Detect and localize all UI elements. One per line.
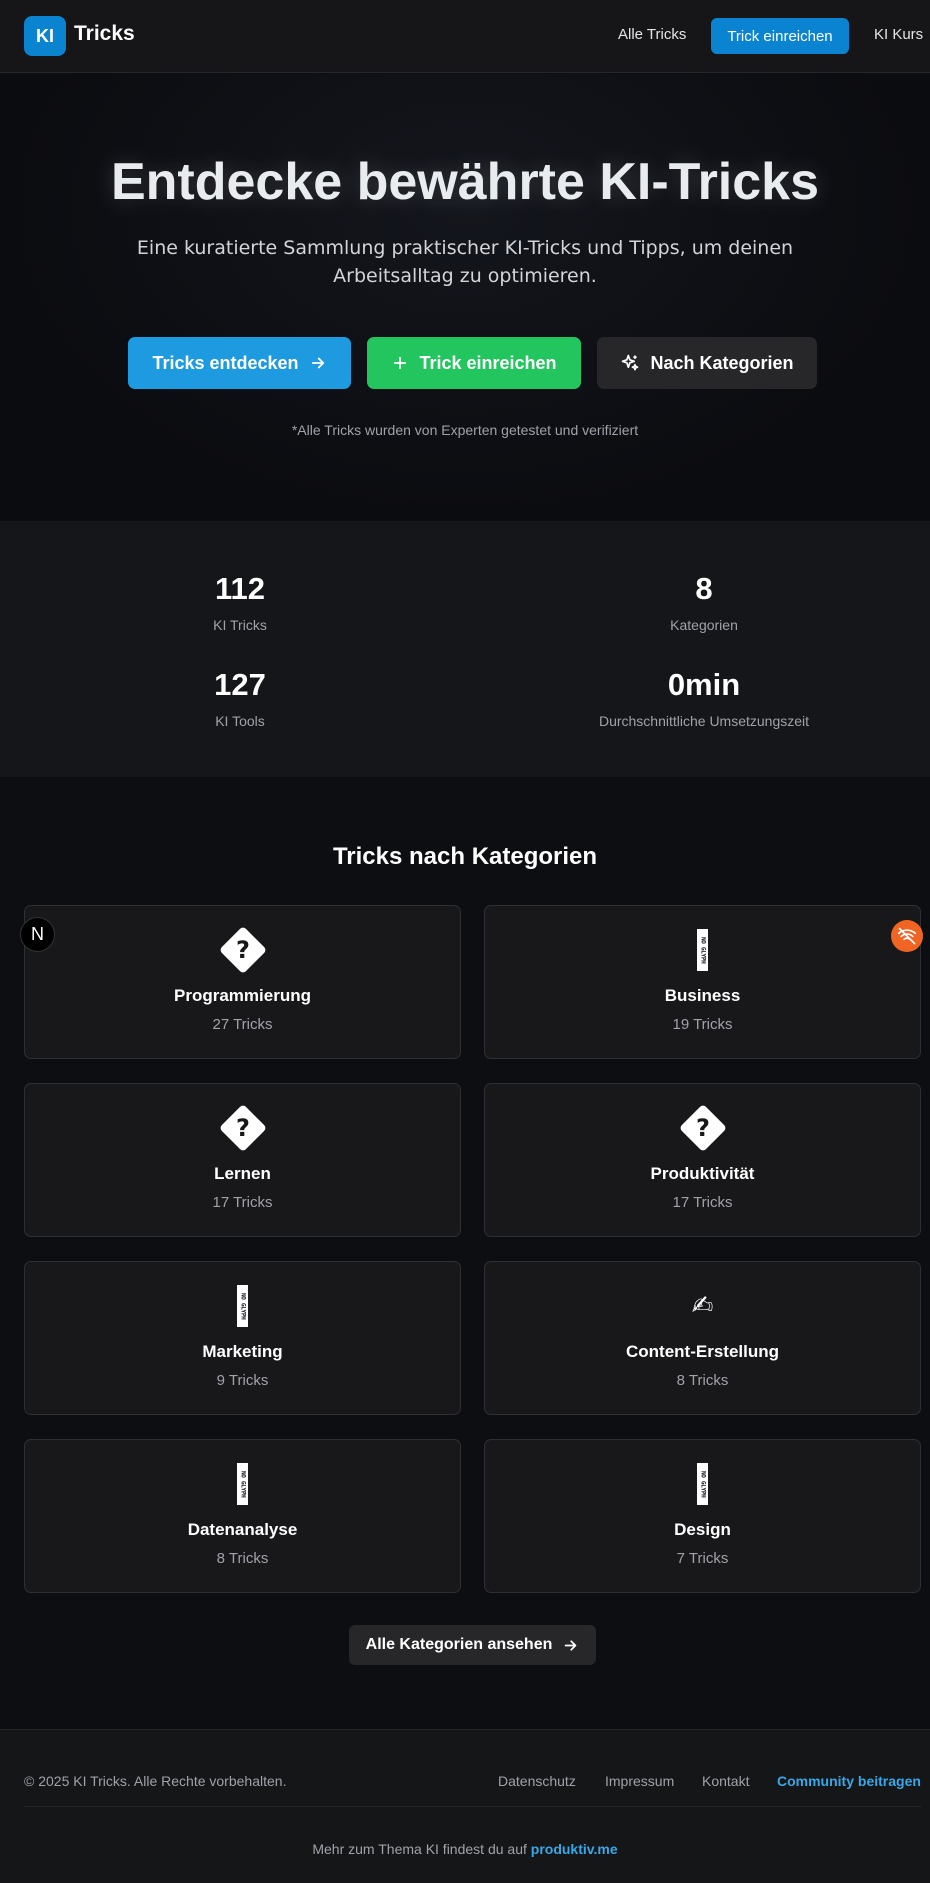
category-count: 9 Tricks — [216, 1372, 269, 1389]
stats-section: 112 KI Tricks 8 Kategorien 127 KI Tools … — [0, 521, 930, 777]
category-count: 7 Tricks — [676, 1550, 729, 1567]
category-count: 17 Tricks — [672, 1194, 733, 1211]
category-name: Design — [674, 1520, 731, 1539]
no-wifi-icon[interactable] — [891, 920, 923, 952]
stat-umsetzungszeit: 0min Durchschnittliche Umsetzungszeit — [554, 667, 854, 729]
hero-section: Entdecke bewährte KI-Tricks Eine kuratie… — [0, 74, 930, 521]
submit-trick-button[interactable]: Trick einreichen — [367, 337, 581, 389]
by-category-label: Nach Kategorien — [650, 352, 794, 373]
categories-title: Tricks nach Kategorien — [332, 843, 598, 870]
no-glyph-icon: NO GLYPH — [25, 1462, 460, 1506]
missing-glyph-icon: ? — [25, 925, 460, 975]
missing-glyph-icon: ? — [25, 1103, 460, 1153]
no-glyph-icon: NO GLYPH — [25, 1284, 460, 1328]
missing-glyph-icon: ? — [485, 1103, 920, 1153]
category-card-business[interactable]: NO GLYPH Business 19 Tricks — [484, 905, 921, 1059]
hero-subtitle: Eine kuratierte Sammlung praktischer KI-… — [136, 237, 794, 287]
stat-value: 112 — [214, 571, 265, 606]
category-name: Produktivität — [650, 1164, 755, 1183]
category-card-marketing[interactable]: NO GLYPH Marketing 9 Tricks — [24, 1261, 461, 1415]
category-name: Business — [664, 986, 741, 1005]
stat-label: Durchschnittliche Umsetzungszeit — [598, 713, 810, 729]
discover-tricks-button[interactable]: Tricks entdecken — [128, 337, 351, 389]
footer-divider — [24, 1806, 921, 1807]
produktiv-link[interactable]: produktiv.me — [531, 1841, 618, 1857]
footer: © 2025 KI Tricks. Alle Rechte vorbehalte… — [0, 1729, 930, 1883]
hero-note: *Alle Tricks wurden von Experten geteste… — [291, 422, 639, 438]
category-card-lernen[interactable]: ? Lernen 17 Tricks — [24, 1083, 461, 1237]
footer-link-community[interactable]: Community beitragen — [777, 1773, 921, 1789]
stat-value: 127 — [214, 667, 266, 702]
category-name: Content-Erstellung — [626, 1342, 779, 1361]
sparkles-icon — [622, 354, 639, 371]
footer-link-impressum[interactable]: Impressum — [605, 1773, 674, 1789]
submit-trick-label: Trick einreichen — [419, 352, 557, 373]
stat-ki-tools: 127 KI Tools — [90, 667, 390, 729]
more-info: Mehr zum Thema KI findest du auf produkt… — [0, 1841, 930, 1857]
discover-tricks-label: Tricks entdecken — [152, 352, 299, 373]
stat-label: Kategorien — [670, 617, 738, 633]
category-card-programmierung[interactable]: ? Programmierung 27 Tricks — [24, 905, 461, 1059]
header: KI Tricks Alle Tricks Trick einreichen K… — [0, 0, 930, 73]
nextjs-badge[interactable]: N — [20, 917, 55, 952]
stat-value: 8 — [695, 571, 713, 606]
category-card-produktivitaet[interactable]: ? Produktivität 17 Tricks — [484, 1083, 921, 1237]
writing-hand-icon: ✍ — [691, 1291, 714, 1321]
by-category-button[interactable]: Nach Kategorien — [597, 337, 817, 389]
category-count: 8 Tricks — [676, 1372, 729, 1389]
more-info-text: Mehr zum Thema KI findest du auf — [312, 1841, 531, 1857]
category-card-design[interactable]: NO GLYPH Design 7 Tricks — [484, 1439, 921, 1593]
nav-all-tricks[interactable]: Alle Tricks — [618, 26, 686, 43]
category-count: 19 Tricks — [672, 1016, 733, 1033]
nav-ki-kurs[interactable]: KI Kurs — [874, 26, 923, 43]
footer-link-datenschutz[interactable]: Datenschutz — [498, 1773, 576, 1789]
no-glyph-icon: NO GLYPH — [485, 928, 920, 972]
category-card-content-erstellung[interactable]: ✍ Content-Erstellung 8 Tricks — [484, 1261, 921, 1415]
category-name: Marketing — [202, 1342, 283, 1361]
logo-text[interactable]: Tricks — [74, 22, 135, 46]
category-card-datenanalyse[interactable]: NO GLYPH Datenanalyse 8 Tricks — [24, 1439, 461, 1593]
arrow-right-icon — [311, 357, 324, 369]
category-name: Programmierung — [174, 986, 311, 1005]
category-count: 27 Tricks — [212, 1016, 273, 1033]
logo-badge[interactable]: KI — [24, 16, 66, 56]
stat-kategorien: 8 Kategorien — [554, 571, 854, 633]
category-name: Lernen — [214, 1164, 271, 1183]
stat-value: 0min — [667, 667, 741, 702]
arrow-right-icon — [565, 1639, 577, 1651]
category-name: Datenanalyse — [187, 1520, 298, 1539]
stat-ki-tricks: 112 KI Tricks — [90, 571, 390, 633]
no-glyph-icon: NO GLYPH — [485, 1462, 920, 1506]
view-all-categories-label: Alle Kategorien ansehen — [365, 1636, 553, 1653]
plus-icon — [394, 356, 407, 370]
hero-title: Entdecke bewährte KI-Tricks — [110, 153, 820, 211]
view-all-categories-button[interactable]: Alle Kategorien ansehen — [349, 1625, 596, 1665]
copyright: © 2025 KI Tricks. Alle Rechte vorbehalte… — [24, 1773, 287, 1789]
nav-submit-button[interactable]: Trick einreichen — [711, 18, 849, 54]
footer-link-kontakt[interactable]: Kontakt — [702, 1773, 749, 1789]
category-count: 8 Tricks — [216, 1550, 269, 1567]
stat-label: KI Tricks — [213, 617, 267, 633]
stat-label: KI Tools — [215, 713, 265, 729]
category-count: 17 Tricks — [212, 1194, 273, 1211]
